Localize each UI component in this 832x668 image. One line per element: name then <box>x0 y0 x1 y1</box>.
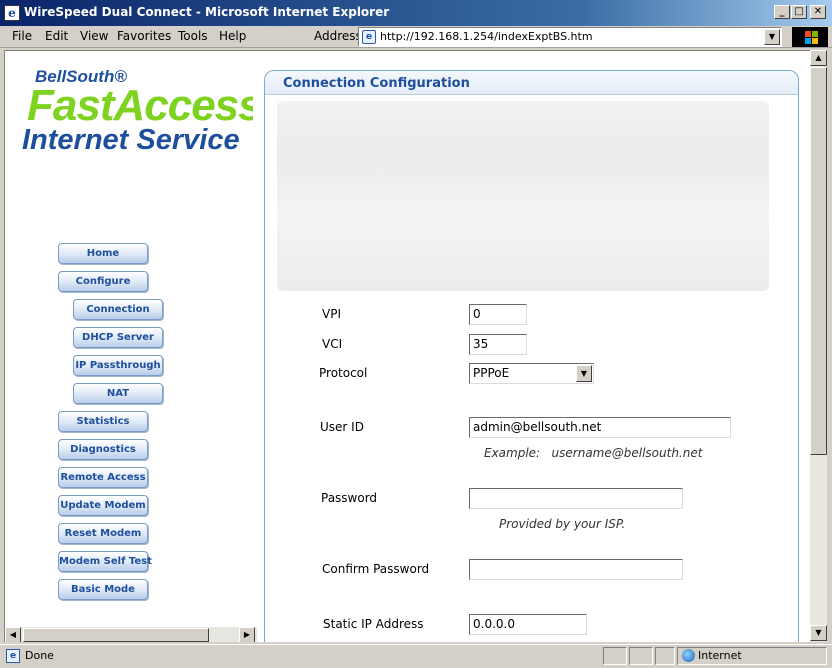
address-bar[interactable]: e http://192.168.1.254/indexExptBS.htm ▼ <box>358 27 782 47</box>
internet-service-logo: Internet Service <box>22 124 240 156</box>
title-bar: e WireSpeed Dual Connect - Microsoft Int… <box>0 0 832 26</box>
scroll-up-button[interactable]: ▲ <box>810 50 827 66</box>
menu-edit[interactable]: Edit <box>45 29 68 43</box>
vci-label: VCI <box>322 337 343 351</box>
right-frame: Connection Configuration VPI 0 VCI 35 Pr… <box>257 51 810 642</box>
nav-update-modem-button[interactable]: Update Modem <box>58 495 148 516</box>
connection-config-panel: Connection Configuration VPI 0 VCI 35 Pr… <box>264 70 799 642</box>
confirm-password-input[interactable] <box>469 559 683 580</box>
status-bar: e Done Internet <box>0 644 832 668</box>
vertical-scrollbar[interactable]: ▲ ▼ <box>810 50 827 642</box>
nav-reset-modem-button[interactable]: Reset Modem <box>58 523 148 544</box>
nav-ip-passthrough-button[interactable]: IP Passthrough <box>73 355 163 376</box>
vertical-scroll-thumb[interactable] <box>810 67 827 455</box>
address-label: Address <box>314 29 362 43</box>
protocol-select[interactable]: PPPoE ▼ <box>469 363 594 384</box>
address-url[interactable]: http://192.168.1.254/indexExptBS.htm <box>380 30 593 43</box>
menu-view[interactable]: View <box>80 29 108 43</box>
nav-connection-button[interactable]: Connection <box>73 299 163 320</box>
nav-diagnostics-button[interactable]: Diagnostics <box>58 439 148 460</box>
status-text: Done <box>25 649 54 662</box>
confirm-password-label: Confirm Password <box>322 562 430 576</box>
globe-icon <box>682 649 695 662</box>
user-id-hint: Example: username@bellsouth.net <box>484 446 703 460</box>
config-title: Connection Configuration <box>283 76 470 91</box>
left-horizontal-scrollbar[interactable]: ◀ ▶ <box>5 627 257 642</box>
scroll-down-button[interactable]: ▼ <box>810 625 827 641</box>
menu-bar: File Edit View Favorites Tools Help Addr… <box>0 26 832 48</box>
left-frame: BellSouth® FastAccess Internet Service H… <box>5 51 257 627</box>
password-input[interactable] <box>469 488 683 509</box>
status-cell <box>655 647 675 665</box>
scroll-right-button[interactable]: ▶ <box>239 627 255 642</box>
page-viewport: BellSouth® FastAccess Internet Service H… <box>4 50 810 642</box>
blurred-description <box>277 101 769 291</box>
vpi-label: VPI <box>322 307 341 321</box>
menu-favorites[interactable]: Favorites <box>117 29 171 43</box>
static-ip-input[interactable]: 0.0.0.0 <box>469 614 587 635</box>
nav-basic-mode-button[interactable]: Basic Mode <box>58 579 148 600</box>
nav-modem-self-test-button[interactable]: Modem Self Test <box>58 551 152 572</box>
vpi-input[interactable]: 0 <box>469 304 527 325</box>
password-hint: Provided by your ISP. <box>499 517 626 531</box>
security-zone: Internet <box>677 647 827 665</box>
nav-home-button[interactable]: Home <box>58 243 148 264</box>
status-cell <box>629 647 653 665</box>
nav-remote-access-button[interactable]: Remote Access <box>58 467 148 488</box>
nav-statistics-button[interactable]: Statistics <box>58 411 148 432</box>
horizontal-scroll-thumb[interactable] <box>23 628 209 642</box>
maximize-button[interactable]: □ <box>791 5 807 19</box>
menu-help[interactable]: Help <box>219 29 246 43</box>
static-ip-label: Static IP Address <box>323 617 424 631</box>
page-icon: e <box>362 30 376 44</box>
minimize-button[interactable]: _ <box>774 5 790 19</box>
page-status-icon: e <box>6 649 20 663</box>
vci-input[interactable]: 35 <box>469 334 527 355</box>
protocol-value: PPPoE <box>473 366 510 380</box>
ie-icon: e <box>4 5 20 21</box>
chevron-down-icon[interactable]: ▼ <box>576 365 592 382</box>
nav-configure-button[interactable]: Configure <box>58 271 148 292</box>
nav-dhcp-server-button[interactable]: DHCP Server <box>73 327 163 348</box>
menu-file[interactable]: File <box>12 29 32 43</box>
address-dropdown-button[interactable]: ▼ <box>764 29 780 45</box>
status-cell <box>603 647 627 665</box>
menu-tools[interactable]: Tools <box>178 29 208 43</box>
user-id-label: User ID <box>320 420 364 434</box>
close-button[interactable]: ✕ <box>810 5 826 19</box>
password-label: Password <box>321 491 378 505</box>
user-id-input[interactable]: admin@bellsouth.net <box>469 417 731 438</box>
protocol-label: Protocol <box>319 366 368 380</box>
window-title: WireSpeed Dual Connect - Microsoft Inter… <box>24 5 390 19</box>
zone-text: Internet <box>698 649 742 662</box>
config-header: Connection Configuration <box>265 71 798 95</box>
windows-logo-icon <box>792 27 828 47</box>
nav-nat-button[interactable]: NAT <box>73 383 163 404</box>
scroll-left-button[interactable]: ◀ <box>5 627 21 642</box>
